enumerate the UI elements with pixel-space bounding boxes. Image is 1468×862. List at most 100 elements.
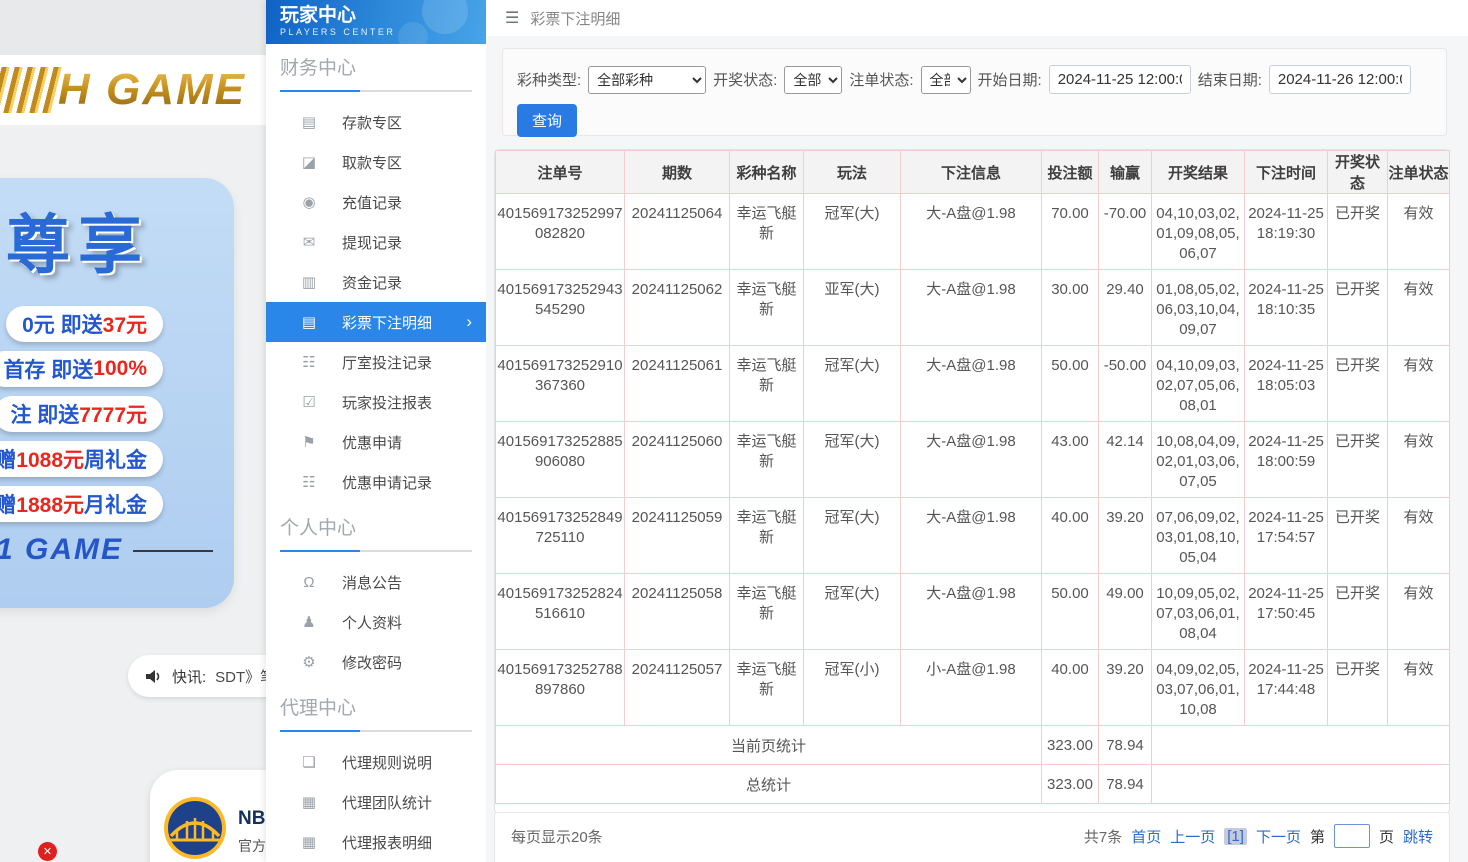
section-underline	[280, 90, 472, 92]
promo-pill: 注 即送7777元	[0, 396, 163, 432]
agent-report-icon: ▦	[300, 833, 318, 851]
table-cell: 49.00	[1099, 574, 1152, 650]
filter-panel: 彩种类型: 全部彩种 开奖状态: 全部 注单状态: 全部 开始日期: 结束日期:…	[502, 48, 1447, 136]
pagination-bar: 每页显示20条 共7条 首页 上一页 [1] 下一页 第 页 跳转	[494, 812, 1450, 862]
sidebar-item-label: 充值记录	[342, 192, 402, 213]
sidebar-item-label: 玩家投注报表	[342, 392, 432, 413]
sidebar-item-label: 取款专区	[342, 152, 402, 173]
sidebar-item-promo-apply-record[interactable]: ☷优惠申请记录	[266, 462, 486, 502]
sidebar-item-agent-rules[interactable]: ❏代理规则说明	[266, 742, 486, 782]
table-cell: 已开奖	[1328, 574, 1388, 650]
table-cell: 已开奖	[1328, 346, 1388, 422]
start-date-input[interactable]	[1049, 65, 1191, 94]
app-root: H GAME 尊享 0元 即送37元首存 即送100%注 即送7777元加赠10…	[0, 0, 1468, 862]
sidebar-item-label: 个人资料	[342, 612, 402, 633]
table-row: 40156917325278889786020241125057幸运飞艇新冠军(…	[496, 650, 1450, 726]
sidebar-header-title: 玩家中心	[280, 5, 486, 27]
recharge-record-icon: ◉	[300, 193, 318, 211]
summary-bet-total: 323.00	[1042, 765, 1099, 804]
table-header-row: 注单号期数彩种名称玩法下注信息投注额输赢开奖结果下注时间开奖状态注单状态	[496, 151, 1450, 194]
chevron-right-icon: ›	[466, 312, 472, 332]
promo-dash-line	[133, 550, 213, 552]
draw-status-select[interactable]: 全部	[784, 66, 842, 94]
table-cell: -70.00	[1099, 194, 1152, 270]
section-title: 财务中心	[280, 56, 472, 82]
sidebar-item-withdraw[interactable]: ◪取款专区	[266, 142, 486, 182]
sidebar-item-label: 修改密码	[342, 652, 402, 673]
promo-pill-text: 1888元	[16, 489, 84, 519]
page-jump-input[interactable]	[1334, 824, 1370, 848]
nba-card-subtitle: 官方	[238, 836, 266, 856]
query-button[interactable]: 查询	[517, 104, 577, 137]
table-cell: 幸运飞艇新	[730, 498, 804, 574]
next-page-link[interactable]: 下一页	[1256, 826, 1301, 847]
column-header: 玩法	[804, 151, 901, 194]
table-cell: 有效	[1388, 346, 1450, 422]
nba-promo-card[interactable]: NBA 官方	[150, 770, 266, 862]
table-cell: 40.00	[1042, 498, 1099, 574]
sidebar-item-recharge-record[interactable]: ◉ 充值记录	[266, 182, 486, 222]
start-date-label: 开始日期:	[978, 69, 1042, 90]
sidebar-item-label: 提现记录	[342, 232, 402, 253]
summary-row: 总统计323.0078.94	[496, 765, 1450, 804]
news-ticker: 快讯: SDT》笔	[128, 655, 266, 697]
table-cell: 大-A盘@1.98	[901, 574, 1042, 650]
hall-bet-record-icon: ☷	[300, 353, 318, 371]
sidebar-item-agent-team-stats[interactable]: ▦代理团队统计	[266, 782, 486, 822]
table-cell: 有效	[1388, 498, 1450, 574]
sidebar-item-hall-bet-record[interactable]: ☷厅室投注记录	[266, 342, 486, 382]
sidebar-item-withdrawal-record[interactable]: ✉ 提现记录	[266, 222, 486, 262]
funds-record-icon: ▥	[300, 273, 318, 291]
lottery-type-select[interactable]: 全部彩种	[588, 66, 706, 94]
sidebar-item-agent-report-detail[interactable]: ▦ 代理报表明细	[266, 822, 486, 862]
sidebar-item-label: 代理团队统计	[342, 792, 432, 813]
sidebar-item-label: 资金记录	[342, 272, 402, 293]
per-page-text: 每页显示20条	[511, 826, 603, 847]
sidebar-item-change-password[interactable]: ⚙ 修改密码	[266, 642, 486, 682]
sidebar-item-label: 代理报表明细	[342, 832, 432, 853]
first-page-link[interactable]: 首页	[1131, 826, 1161, 847]
hh-game-logo: H GAME	[0, 65, 246, 115]
current-page-badge: [1]	[1224, 828, 1247, 845]
sidebar: 玩家中心 PLAYERS CENTER 财务中心 ▤存款专区◪取款专区 ◉ 充值记录 ✉…	[266, 0, 486, 862]
column-header: 注单号	[496, 151, 625, 194]
hh-logo-mark-icon	[0, 67, 64, 113]
sidebar-header: 玩家中心 PLAYERS CENTER	[266, 0, 486, 44]
end-date-input[interactable]	[1269, 65, 1411, 94]
sidebar-item-announcements[interactable]: Ω消息公告	[266, 562, 486, 602]
sidebar-item-player-bet-report[interactable]: ☑玩家投注报表	[266, 382, 486, 422]
table-cell: 2024-11-25 17:50:45	[1245, 574, 1328, 650]
sidebar-menu: 财务中心 ▤存款专区◪取款专区 ◉ 充值记录 ✉ 提现记录 ▥ 资金记录 ▤彩票下注明细›☷厅室…	[266, 44, 486, 862]
order-status-select[interactable]: 全部	[921, 66, 971, 94]
sidebar-item-lottery-bet-detail[interactable]: ▤彩票下注明细›	[266, 302, 486, 342]
prev-page-link[interactable]: 上一页	[1170, 826, 1215, 847]
menu-icon[interactable]: ☰	[505, 8, 519, 28]
table-cell: -50.00	[1099, 346, 1152, 422]
promo-brand-line: 1 GAME	[0, 533, 213, 567]
warriors-logo-icon	[163, 796, 227, 860]
sidebar-item-funds-record[interactable]: ▥ 资金记录	[266, 262, 486, 302]
column-header: 输赢	[1099, 151, 1152, 194]
sidebar-item-deposit[interactable]: ▤存款专区	[266, 102, 486, 142]
close-icon[interactable]: ✕	[38, 842, 57, 861]
sidebar-item-profile[interactable]: ♟个人资料	[266, 602, 486, 642]
table-cell: 04,09,02,05,03,07,06,01,10,08	[1152, 650, 1245, 726]
promo-pill-text: 注 即送	[10, 399, 79, 429]
column-header: 期数	[625, 151, 730, 194]
table-cell: 43.00	[1042, 422, 1099, 498]
change-password-icon: ⚙	[300, 653, 318, 671]
end-date-label: 结束日期:	[1198, 69, 1262, 90]
withdrawal-record-icon: ✉	[300, 233, 318, 251]
jump-link[interactable]: 跳转	[1403, 826, 1433, 847]
table-cell: 大-A盘@1.98	[901, 346, 1042, 422]
table-cell: 20241125059	[625, 498, 730, 574]
summary-empty	[1152, 765, 1450, 804]
table-cell: 已开奖	[1328, 650, 1388, 726]
sidebar-item-promo-apply[interactable]: ⚑优惠申请	[266, 422, 486, 462]
background-page: H GAME 尊享 0元 即送37元首存 即送100%注 即送7777元加赠10…	[0, 0, 266, 862]
table-row: 40156917325284972511020241125059幸运飞艇新冠军(…	[496, 498, 1450, 574]
promo-pill: 首存 即送100%	[0, 351, 163, 387]
agent-rules-icon: ❏	[300, 753, 318, 771]
draw-status-label: 开奖状态:	[713, 69, 777, 90]
section-underline	[280, 550, 472, 552]
